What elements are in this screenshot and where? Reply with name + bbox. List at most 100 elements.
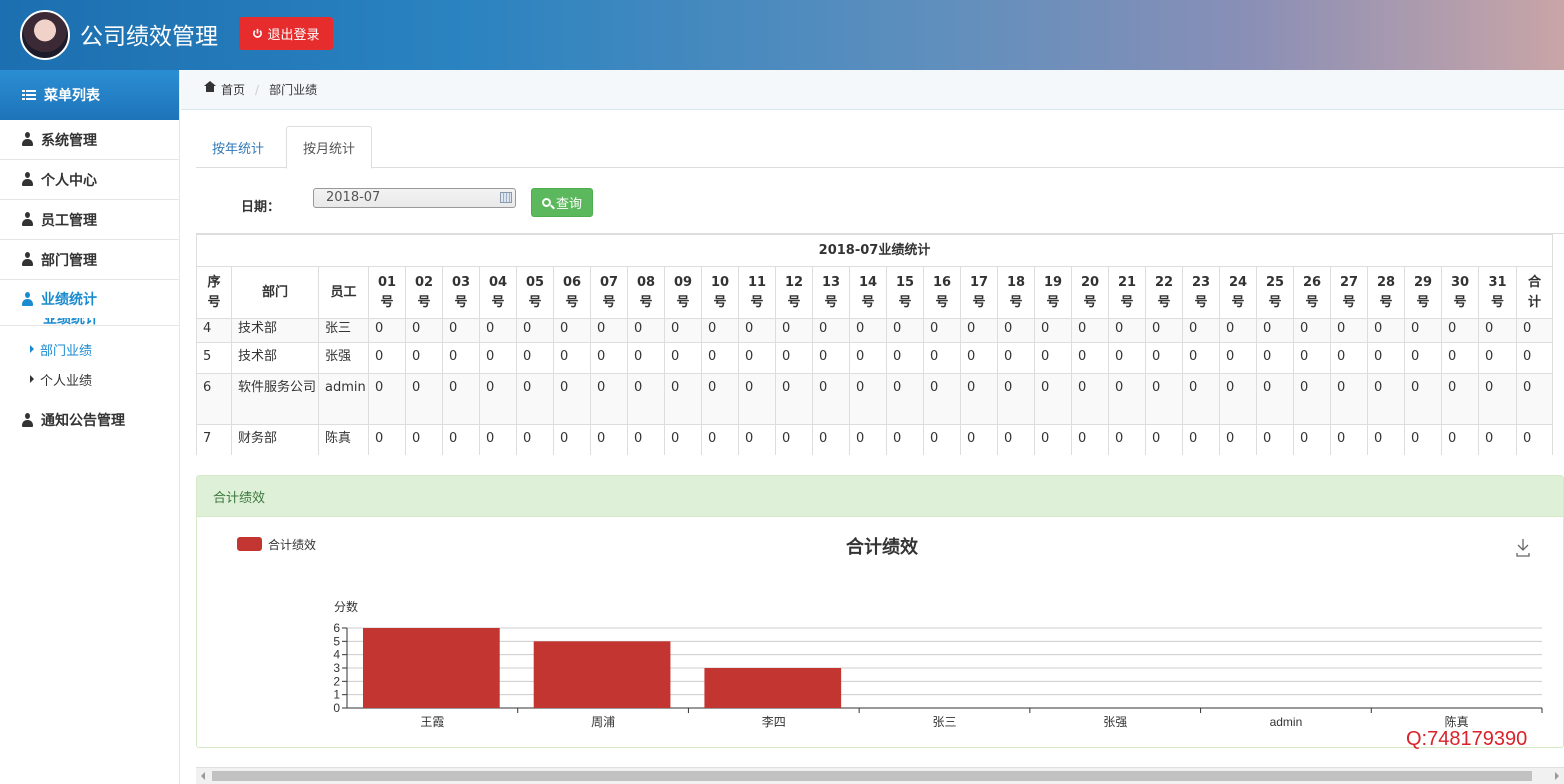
- sidebar-item-employees[interactable]: 员工管理: [0, 200, 179, 240]
- cell-day-value: 0: [627, 318, 665, 343]
- cell-day-value: 0: [1478, 373, 1517, 425]
- sidebar-item-system[interactable]: 系统管理: [0, 120, 179, 160]
- header-text: 31: [1488, 274, 1507, 290]
- caret-right-icon: [30, 375, 34, 383]
- header-text: 号: [1490, 294, 1504, 310]
- y-tick-label: 3: [333, 661, 340, 675]
- col-header-day: 23 号: [1182, 266, 1220, 319]
- cell-day-value: 0: [1256, 373, 1294, 425]
- cell-dept: 软件服务公司: [231, 373, 319, 425]
- header-text: 14: [858, 274, 878, 290]
- col-header-day: 16 号: [923, 266, 961, 319]
- col-header-day: 07 号: [590, 266, 628, 319]
- header-text: 07: [599, 274, 619, 290]
- cell-day-value: 0: [1330, 424, 1368, 455]
- app-title: 公司绩效管理: [80, 24, 218, 50]
- date-input[interactable]: 2018-07: [313, 188, 516, 208]
- header-text: 号: [1157, 294, 1171, 310]
- cell-day-value: 0: [442, 373, 480, 425]
- cell-day-value: 0: [1293, 342, 1331, 374]
- scroll-left-icon[interactable]: [201, 772, 205, 780]
- col-header-day: 01 号: [368, 266, 406, 319]
- sidebar-subitem-dept-performance[interactable]: 部门业绩: [0, 334, 179, 364]
- menu-list-header[interactable]: 菜单列表: [0, 70, 179, 120]
- stats-table: 2018-07业绩统计 序号部门 员工 01 号 02 号 03 号 04 号 05 号 06 号 07 号 0…: [196, 234, 1554, 455]
- col-header-day: 10 号: [701, 266, 739, 319]
- cell-day-value: 0: [812, 342, 850, 374]
- sidebar-item-departments[interactable]: 部门管理: [0, 240, 179, 280]
- tab-yearly[interactable]: 按年统计: [196, 126, 280, 168]
- cell-day-value: 0: [664, 318, 702, 343]
- sidebar-subitem-personal-performance[interactable]: 个人业绩: [0, 364, 179, 394]
- calendar-icon[interactable]: [500, 192, 512, 203]
- col-header-day: 24 号: [1219, 266, 1257, 319]
- horizontal-scrollbar[interactable]: [196, 767, 1564, 784]
- header-text: 号: [1268, 294, 1282, 310]
- col-header-day: 22 号: [1145, 266, 1183, 319]
- avatar: [20, 10, 70, 60]
- scroll-right-icon[interactable]: [1555, 772, 1559, 780]
- cell-day-value: 0: [516, 424, 554, 455]
- cell-day-value: 0: [1441, 318, 1479, 343]
- cell-day-value: 0: [775, 318, 813, 343]
- main-content: 首页 / 部门业绩 按年统计 按月统计 日期： 2018-07 查询 2018-…: [181, 70, 1564, 784]
- cell-total: 0: [1515, 373, 1554, 425]
- cell-day-value: 0: [1404, 373, 1442, 425]
- header-text: 10: [710, 274, 730, 290]
- col-header-day: 25 号: [1256, 266, 1294, 319]
- breadcrumb-current: 部门业绩: [269, 83, 318, 97]
- cell-no: 5: [196, 342, 232, 374]
- sidebar-item-personal-center[interactable]: 个人中心: [0, 160, 179, 200]
- cell-day-value: 0: [1034, 318, 1072, 343]
- sidebar-item-performance[interactable]: 业绩统计: [0, 280, 179, 318]
- header-text: 08: [636, 274, 656, 290]
- col-header-day: 12 号: [775, 266, 813, 319]
- header-text: 27: [1339, 274, 1359, 290]
- col-header-day: 27 号: [1330, 266, 1368, 319]
- power-icon: [253, 28, 263, 38]
- header-text: 12: [784, 274, 804, 290]
- breadcrumb-home[interactable]: 首页: [221, 81, 245, 98]
- col-header-day: 06 号: [553, 266, 591, 319]
- user-icon: [22, 412, 33, 427]
- query-button[interactable]: 查询: [531, 188, 593, 217]
- cell-day-value: 0: [849, 373, 887, 425]
- sidebar-item-label: 员工管理: [41, 212, 97, 229]
- top-header: 公司绩效管理 退出登录: [0, 0, 1564, 70]
- cell-day-value: 0: [627, 424, 665, 455]
- col-header-day: 15 号: [886, 266, 924, 319]
- scrollbar-thumb[interactable]: [212, 771, 1532, 781]
- col-header-no: 序号: [196, 266, 232, 319]
- cell-day-value: 0: [1219, 318, 1257, 343]
- sidebar-item-label: 个人中心: [41, 172, 97, 189]
- cell-emp: 张强: [318, 342, 369, 374]
- search-icon: [541, 198, 551, 207]
- cell-day-value: 0: [1034, 424, 1072, 455]
- header-text: 号: [565, 294, 579, 310]
- logout-button[interactable]: 退出登录: [239, 17, 333, 50]
- header-text: 号: [1342, 294, 1356, 310]
- download-icon[interactable]: [1516, 539, 1530, 557]
- cell-day-value: 0: [1145, 342, 1183, 374]
- cell-day-value: 0: [1256, 342, 1294, 374]
- cell-day-value: 0: [1145, 373, 1183, 425]
- header-text: 21: [1117, 274, 1137, 290]
- cell-day-value: 0: [886, 342, 924, 374]
- header-text: 号: [1305, 294, 1319, 310]
- sidebar-item-notices[interactable]: 通知公告管理: [0, 400, 179, 440]
- sidebar: 菜单列表 系统管理 个人中心 员工管理 部门管理 业绩统计 业绩统计 部门业绩 …: [0, 70, 180, 784]
- header-text: 30: [1450, 274, 1470, 290]
- cell-day-value: 0: [960, 424, 998, 455]
- cell-day-value: 0: [960, 318, 998, 343]
- header-text: 号: [454, 294, 468, 310]
- header-text: 20: [1080, 274, 1100, 290]
- x-tick-label: admin: [1270, 715, 1303, 729]
- user-icon: [22, 132, 33, 146]
- header-text: 号: [1379, 294, 1393, 310]
- cell-day-value: 0: [1145, 424, 1183, 455]
- cell-day-value: 0: [1256, 318, 1294, 343]
- col-header-day: 18 号: [997, 266, 1035, 319]
- cell-total: 0: [1515, 318, 1554, 343]
- col-header-day: 05 号: [516, 266, 554, 319]
- tab-monthly[interactable]: 按月统计: [286, 126, 373, 169]
